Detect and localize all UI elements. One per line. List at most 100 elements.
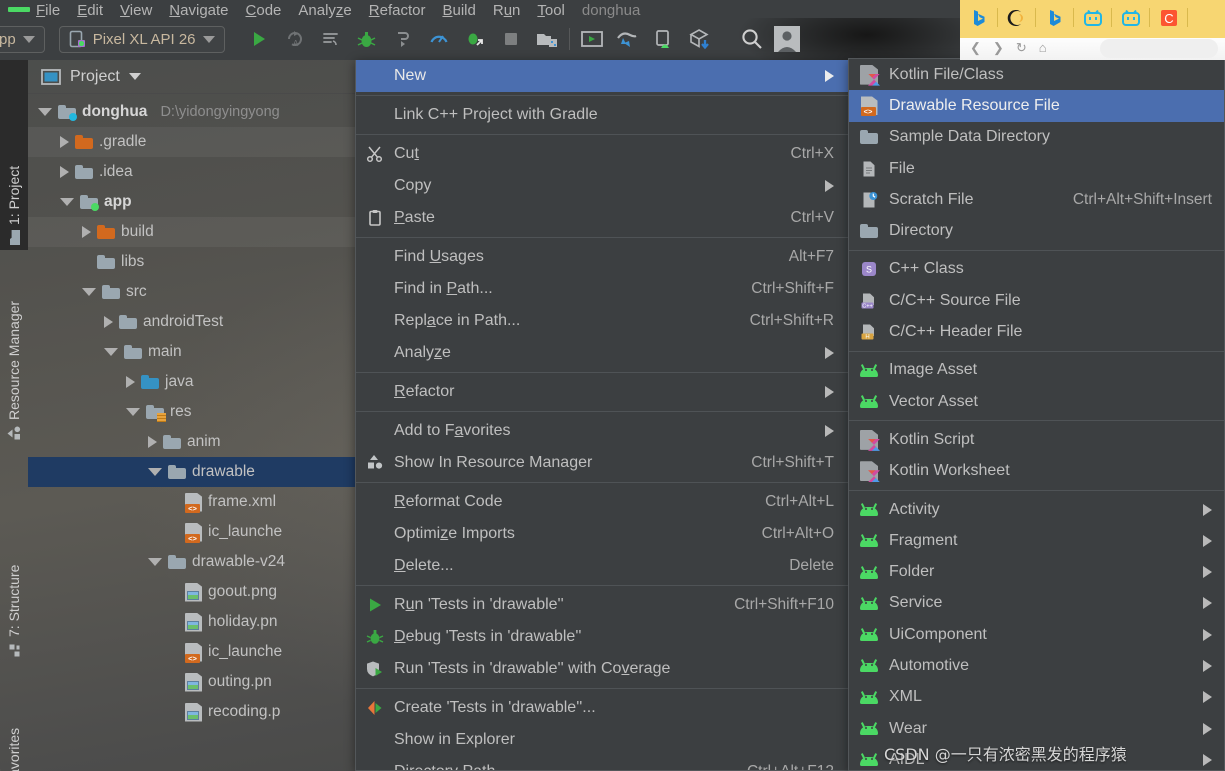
new-submenu-item[interactable]: Kotlin Script [849, 424, 1224, 455]
chevron-down-icon[interactable] [60, 198, 74, 206]
chevron-right-icon[interactable] [148, 436, 157, 448]
home-icon[interactable]: ⌂ [1039, 40, 1047, 55]
tree-node[interactable]: .gradle [28, 127, 355, 157]
new-submenu-item[interactable]: UiComponent [849, 619, 1224, 650]
menu-run[interactable]: Run [493, 3, 521, 18]
tree-node[interactable]: .idea [28, 157, 355, 187]
tree-node[interactable]: drawable-v24 [28, 547, 355, 577]
tree-node[interactable]: goout.png [28, 577, 355, 607]
new-submenu-item[interactable]: Vector Asset [849, 386, 1224, 417]
menu-view[interactable]: View [120, 3, 152, 18]
context-menu-item[interactable]: Create 'Tests in 'drawable''... [356, 692, 848, 724]
tree-node[interactable]: <> ic_launche [28, 517, 355, 547]
context-menu-item[interactable]: Find Usages Alt+F7 [356, 241, 848, 273]
tree-node[interactable]: drawable [28, 457, 355, 487]
apk-analyzer-button[interactable] [682, 24, 718, 54]
menu-code[interactable]: Code [246, 3, 282, 18]
browser-nav-bar[interactable]: ❮ ❯ ↻ ⌂ [960, 35, 1225, 60]
menu-file[interactable]: File [36, 3, 60, 18]
context-menu-item[interactable]: Delete... Delete [356, 550, 848, 582]
tree-node[interactable]: libs [28, 247, 355, 277]
browser-tab[interactable] [1074, 0, 1112, 35]
context-menu-item[interactable]: Run 'Tests in 'drawable'' Ctrl+Shift+F10 [356, 589, 848, 621]
context-menu-item[interactable]: Copy [356, 170, 848, 202]
chevron-down-icon[interactable] [148, 558, 162, 566]
tree-node[interactable]: holiday.pn [28, 607, 355, 637]
chevron-down-icon[interactable] [104, 348, 118, 356]
new-submenu-item[interactable]: Service [849, 588, 1224, 619]
browser-tab[interactable] [960, 0, 998, 35]
new-submenu-item[interactable]: Image Asset [849, 355, 1224, 386]
context-menu-item[interactable]: Cut Ctrl+X [356, 138, 848, 170]
project-tree[interactable]: donghua D:\yidongyingyong .gradle .idea app b… [28, 94, 355, 727]
context-menu-item[interactable]: Show In Resource Manager Ctrl+Shift+T [356, 447, 848, 479]
tree-node[interactable]: res [28, 397, 355, 427]
chevron-down-icon[interactable] [148, 468, 162, 476]
forward-icon[interactable]: ❯ [993, 40, 1004, 56]
tree-node[interactable]: app [28, 187, 355, 217]
device-file-explorer-button[interactable] [646, 24, 682, 54]
context-menu-item[interactable]: New [356, 60, 848, 92]
browser-address-bar[interactable] [1100, 39, 1218, 58]
profiler-button[interactable] [421, 24, 457, 54]
context-menu-item[interactable]: Link C++ Project with Gradle [356, 99, 848, 131]
tree-node[interactable]: main [28, 337, 355, 367]
context-menu-item[interactable]: Reformat Code Ctrl+Alt+L [356, 486, 848, 518]
avd-manager-button[interactable] [529, 24, 565, 54]
new-submenu-item[interactable]: File [849, 153, 1224, 184]
menu-navigate[interactable]: Navigate [169, 3, 228, 18]
account-button[interactable] [770, 24, 804, 54]
context-menu-item[interactable]: Paste Ctrl+V [356, 202, 848, 234]
run-button[interactable] [241, 24, 277, 54]
new-submenu-item[interactable]: XML [849, 682, 1224, 713]
tree-node[interactable]: outing.pn [28, 667, 355, 697]
tree-node[interactable]: <> ic_launche [28, 637, 355, 667]
chevron-down-icon[interactable] [38, 108, 52, 116]
new-submenu-item[interactable]: Kotlin File/Class [849, 59, 1224, 90]
context-menu-item[interactable]: Directory Path Ctrl+Alt+F12 [356, 756, 848, 770]
search-everywhere-button[interactable] [734, 24, 770, 54]
layout-inspector-button[interactable] [574, 24, 610, 54]
browser-tab[interactable] [1112, 0, 1150, 35]
chevron-down-icon[interactable] [128, 73, 141, 80]
chevron-right-icon[interactable] [60, 136, 69, 148]
apply-changes-button[interactable] [313, 24, 349, 54]
browser-tab-bar[interactable]: C [960, 0, 1225, 35]
menu-edit[interactable]: Edit [77, 3, 103, 18]
new-submenu-item[interactable]: H C/C++ Header File [849, 316, 1224, 347]
back-icon[interactable]: ❮ [970, 40, 981, 56]
new-submenu-item[interactable]: <> Drawable Resource File [849, 90, 1224, 122]
new-submenu-item[interactable]: Folder [849, 556, 1224, 587]
project-panel-header[interactable]: Project [28, 60, 355, 94]
context-menu-item[interactable]: Analyze [356, 337, 848, 369]
chevron-right-icon[interactable] [104, 316, 113, 328]
chevron-right-icon[interactable] [126, 376, 135, 388]
attach-debugger-button[interactable] [385, 24, 421, 54]
new-submenu-item[interactable]: S C++ Class [849, 254, 1224, 285]
rerun-button[interactable]: A [277, 24, 313, 54]
sidebar-item-structure[interactable]: 7: Structure [0, 508, 28, 663]
new-submenu-item[interactable]: Wear [849, 713, 1224, 744]
browser-window-overlay[interactable]: C ❮ ❯ ↻ ⌂ [960, 0, 1225, 60]
menu-build[interactable]: Build [442, 3, 475, 18]
tree-node[interactable]: build [28, 217, 355, 247]
context-menu-item[interactable]: Add to Favorites [356, 415, 848, 447]
new-submenu-item[interactable]: C++ C/C++ Source File [849, 285, 1224, 316]
new-submenu-item[interactable]: Kotlin Worksheet [849, 456, 1224, 487]
chevron-right-icon[interactable] [60, 166, 69, 178]
tree-node[interactable]: java [28, 367, 355, 397]
debug-button[interactable] [349, 24, 385, 54]
menu-refactor[interactable]: Refactor [369, 3, 426, 18]
browser-tab[interactable]: C [1150, 0, 1188, 35]
browser-tab[interactable] [1036, 0, 1074, 35]
chevron-down-icon[interactable] [126, 408, 140, 416]
context-menu-item[interactable]: Find in Path... Ctrl+Shift+F [356, 273, 848, 305]
tree-node[interactable]: anim [28, 427, 355, 457]
sidebar-item-favorites[interactable]: 2: Favorites [0, 670, 28, 771]
context-menu-item[interactable]: Show in Explorer [356, 724, 848, 756]
tree-node[interactable]: androidTest [28, 307, 355, 337]
browser-tab[interactable] [998, 0, 1036, 35]
context-menu-item[interactable]: Debug 'Tests in 'drawable'' [356, 621, 848, 653]
module-selector[interactable]: pp [0, 25, 45, 53]
sidebar-item-project[interactable]: 1: Project [0, 60, 28, 250]
